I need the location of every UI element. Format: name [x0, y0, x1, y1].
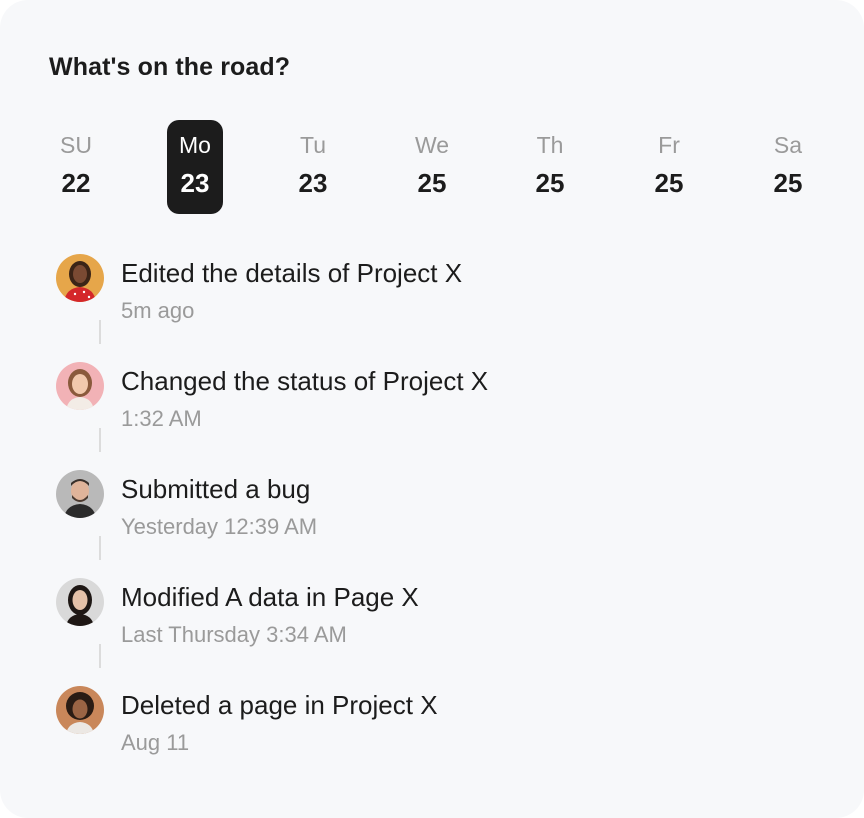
avatar-woman-red-dress[interactable] — [56, 254, 104, 302]
timeline-connector — [99, 320, 101, 344]
day-thursday[interactable]: Th 25 — [522, 120, 578, 214]
avatar-man-grey-background[interactable] — [56, 470, 104, 518]
day-name: Fr — [658, 132, 680, 158]
day-wednesday[interactable]: We 25 — [404, 120, 460, 214]
activity-item: Modified A data in Page X Last Thursday … — [56, 578, 756, 686]
day-name: Mo — [179, 132, 211, 158]
activity-timestamp: Yesterday 12:39 AM — [121, 514, 318, 539]
day-number: 25 — [773, 168, 803, 198]
day-number: 23 — [298, 168, 328, 198]
day-number: 25 — [417, 168, 447, 198]
day-number: 23 — [180, 168, 210, 198]
activity-timestamp: 5m ago — [121, 298, 195, 323]
day-monday[interactable]: Mo 23 — [167, 120, 223, 214]
activity-item: Submitted a bug Yesterday 12:39 AM — [56, 470, 756, 578]
activity-card: What's on the road? SU 22 Mo 23 Tu 23 We… — [0, 0, 864, 818]
timeline-connector — [99, 644, 101, 668]
day-name: SU — [60, 132, 92, 158]
avatar-woman-curly-hair[interactable] — [56, 686, 104, 734]
activity-item: Edited the details of Project X 5m ago — [56, 254, 756, 362]
week-day-selector: SU 22 Mo 23 Tu 23 We 25 Th 25 Fr 25 Sa 2… — [0, 120, 864, 214]
avatar-woman-dark-hair[interactable] — [56, 578, 104, 626]
avatar-image — [56, 254, 104, 302]
timeline-connector — [99, 428, 101, 452]
activity-timestamp: Aug 11 — [121, 730, 190, 755]
timeline-connector — [99, 536, 101, 560]
day-name: Th — [536, 132, 564, 158]
activity-description[interactable]: Changed the status of Project X — [121, 366, 488, 397]
day-sunday[interactable]: SU 22 — [48, 120, 104, 214]
day-friday[interactable]: Fr 25 — [641, 120, 697, 214]
day-name: We — [414, 132, 450, 158]
day-saturday[interactable]: Sa 25 — [760, 120, 816, 214]
activity-timestamp: Last Thursday 3:34 AM — [121, 622, 347, 647]
avatar-woman-pink-background[interactable] — [56, 362, 104, 410]
activity-description[interactable]: Modified A data in Page X — [121, 582, 419, 613]
avatar-image — [56, 470, 104, 518]
activity-item: Deleted a page in Project X Aug 11 — [56, 686, 756, 794]
card-title: What's on the road? — [49, 53, 291, 81]
activity-description[interactable]: Edited the details of Project X — [121, 258, 462, 289]
activity-timestamp: 1:32 AM — [121, 406, 202, 431]
day-number: 22 — [61, 168, 91, 198]
day-name: Sa — [773, 132, 803, 158]
avatar-image — [56, 578, 104, 626]
avatar-image — [56, 362, 104, 410]
activity-item: Changed the status of Project X 1:32 AM — [56, 362, 756, 470]
day-tuesday[interactable]: Tu 23 — [285, 120, 341, 214]
day-name: Tu — [300, 132, 326, 158]
avatar-image — [56, 686, 104, 734]
activity-description[interactable]: Submitted a bug — [121, 474, 310, 505]
day-number: 25 — [535, 168, 565, 198]
activity-description[interactable]: Deleted a page in Project X — [121, 690, 438, 721]
day-number: 25 — [654, 168, 684, 198]
